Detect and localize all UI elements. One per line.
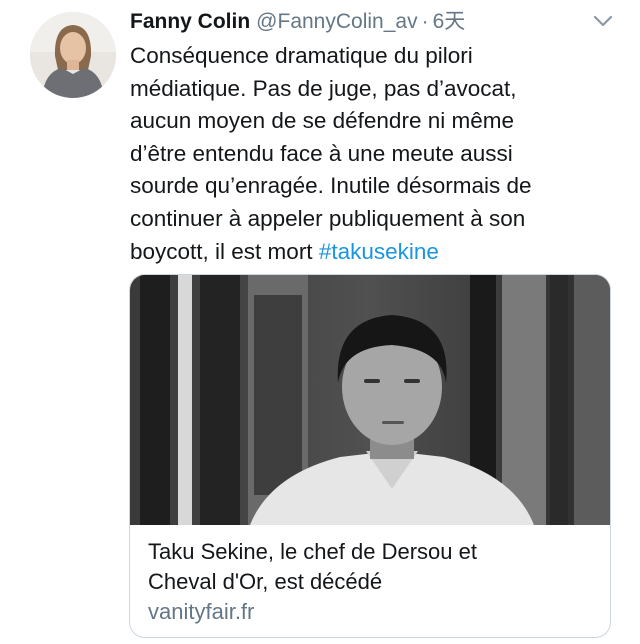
display-name[interactable]: Fanny Colin — [130, 8, 250, 36]
timestamp[interactable]: 6天 — [433, 8, 466, 36]
tweet-header: Fanny Colin @FannyColin_av · 6天 — [130, 8, 465, 36]
avatar[interactable] — [30, 12, 116, 98]
tweet-text-line: continuer à appeler publiquement à son — [130, 205, 526, 231]
tweet-text-line-end: boycott, il est mort — [130, 238, 313, 264]
tweet-text-line: Conséquence dramatique du pilori — [130, 43, 473, 68]
more-options-button[interactable] — [592, 12, 614, 30]
card-title: Taku Sekine, le chef de Dersou et Cheval… — [148, 537, 598, 597]
tweet-text-line: aucun moyen de se défendre ni même — [130, 108, 514, 134]
tweet-text-line: médiatique. Pas de juge, pas d’avocat, — [130, 75, 517, 101]
tweet-text: Conséquence dramatique du pilori médiati… — [130, 40, 620, 268]
tweet-text-line: sourde qu’enragée. Inutile désormais de — [130, 173, 532, 199]
user-handle[interactable]: @FannyColin_av — [256, 8, 417, 36]
tweet-text-line: d’être entendu face à une meute aussi — [130, 140, 513, 166]
tweet-text-last-line: boycott, il est mort #takusekine — [130, 236, 620, 269]
link-card[interactable]: Taku Sekine, le chef de Dersou et Cheval… — [129, 274, 611, 638]
card-title-line: Cheval d'Or, est décédé — [148, 569, 383, 594]
avatar-photo — [30, 12, 116, 98]
card-title-line: Taku Sekine, le chef de Dersou et — [148, 539, 477, 564]
hashtag-link[interactable]: #takusekine — [319, 239, 439, 264]
card-image — [130, 275, 610, 525]
separator-dot: · — [421, 10, 429, 33]
card-domain: vanityfair.fr — [148, 599, 255, 624]
card-text: Taku Sekine, le chef de Dersou et Cheval… — [148, 537, 598, 627]
tweet: Fanny Colin @FannyColin_av · 6天 Conséque… — [0, 0, 640, 644]
chevron-down-icon — [593, 15, 613, 27]
